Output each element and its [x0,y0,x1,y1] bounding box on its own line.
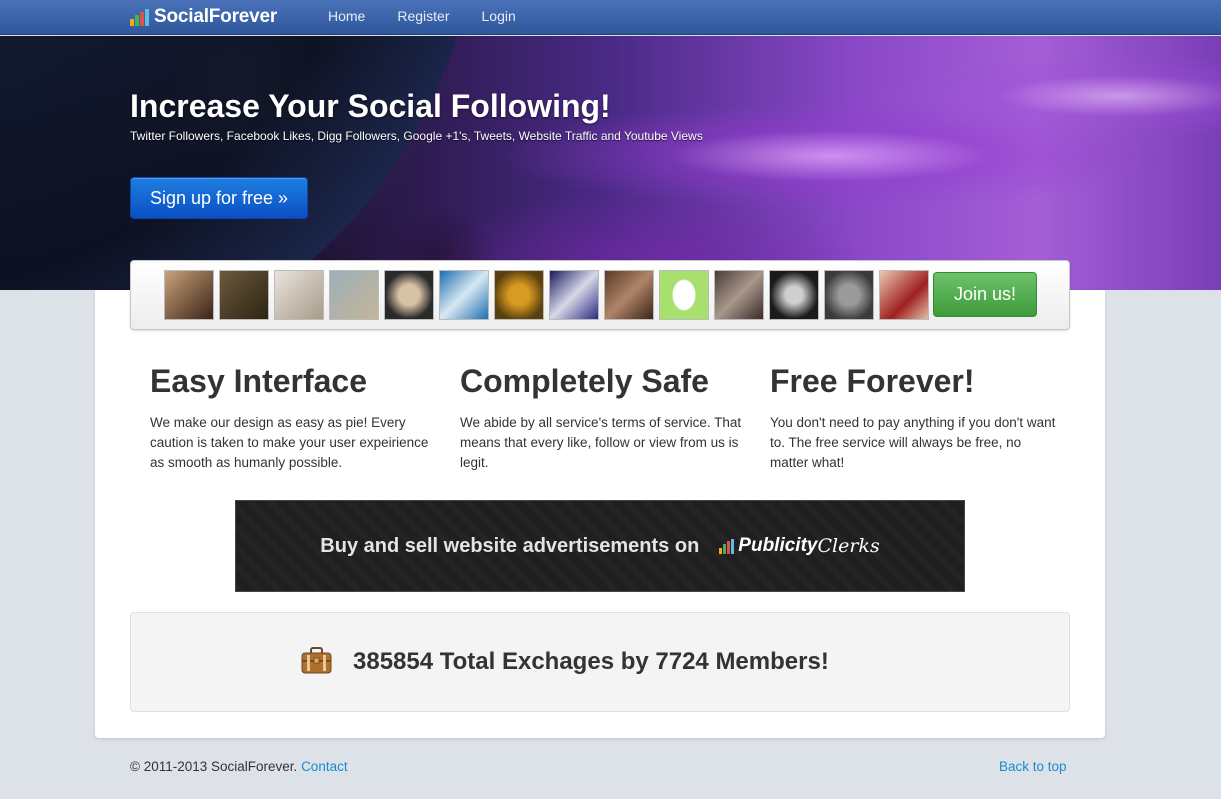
footer-copyright: © 2011-2013 SocialForever. Contact [130,759,348,774]
nav-links: Home Register Login [312,0,532,35]
member-avatar[interactable] [329,270,379,320]
briefcase-icon [301,647,332,674]
brand-logo[interactable]: SocialForever [130,5,277,29]
member-avatar[interactable] [769,270,819,320]
nav-login-link[interactable]: Login [466,0,532,32]
bar-chart-icon [719,538,735,554]
copyright-text: © 2011-2013 SocialForever. [130,759,298,774]
planet-graphic [0,36,480,290]
navbar: SocialForever Home Register Login [0,0,1221,35]
member-avatar[interactable] [219,270,269,320]
advertisement-banner[interactable]: Buy and sell website advertisements on P… [235,500,965,592]
brand-name: SocialForever [154,6,278,27]
member-avatar[interactable] [549,270,599,320]
member-avatar-strip: Join us! [130,260,1070,330]
back-to-top-link[interactable]: Back to top [999,759,1067,774]
member-avatar[interactable] [164,270,214,320]
join-button[interactable]: Join us! [933,272,1037,317]
contact-link[interactable]: Contact [301,759,348,774]
stats-panel: 385854 Total Exchages by 7724 Members! [130,612,1070,712]
avatar-list [164,270,929,320]
member-avatar[interactable] [714,270,764,320]
feature-free-forever: Free Forever! You don't need to pay anyt… [770,362,1060,473]
nav-register-link[interactable]: Register [381,0,465,32]
feature-easy-interface: Easy Interface We make our design as eas… [150,362,440,473]
hero-subtitle: Twitter Followers, Facebook Likes, Digg … [130,129,703,143]
ad-logo-bold: Publicity [738,535,818,556]
member-avatar[interactable] [879,270,929,320]
member-avatar[interactable] [824,270,874,320]
nav-home-link[interactable]: Home [312,0,381,32]
feature-title: Easy Interface [150,363,368,399]
feature-completely-safe: Completely Safe We abide by all service'… [460,362,750,473]
feature-text: We abide by all service's terms of servi… [460,415,742,470]
hero-banner: Increase Your Social Following! Twitter … [0,36,1221,290]
member-avatar[interactable] [384,270,434,320]
feature-text: We make our design as easy as pie! Every… [150,415,429,470]
ad-logo-script: Clerks [817,535,880,557]
publicity-clerks-logo: Publicity Clerks [719,535,880,557]
bar-chart-logo-icon [130,8,149,26]
signup-button[interactable]: Sign up for free » [130,177,308,219]
default-egg-avatar[interactable] [659,270,709,320]
stats-text: 385854 Total Exchages by 7724 Members! [353,648,829,675]
ad-text: Buy and sell website advertisements on [320,534,700,557]
feature-title: Free Forever! [770,363,975,399]
member-avatar[interactable] [439,270,489,320]
feature-text: You don't need to pay anything if you do… [770,415,1056,470]
member-avatar[interactable] [274,270,324,320]
hero-title: Increase Your Social Following! [130,88,611,124]
member-avatar[interactable] [604,270,654,320]
member-avatar[interactable] [494,270,544,320]
feature-title: Completely Safe [460,363,709,399]
